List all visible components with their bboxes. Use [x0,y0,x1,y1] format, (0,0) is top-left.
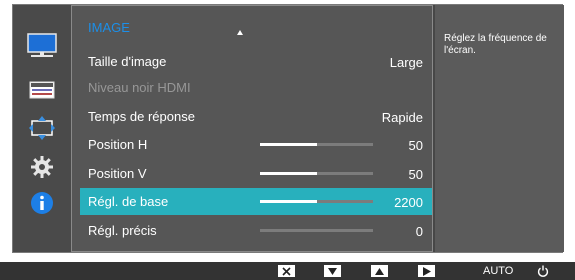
onscreen-display-icon [29,81,55,99]
menu-item-label: Niveau noir HDMI [88,80,191,95]
gear-icon [31,156,53,178]
slider-track[interactable] [260,229,373,232]
sidebar-item-size-position[interactable] [21,110,63,146]
menu-item-niveau-noir-hdmi: Niveau noir HDMI [80,74,432,101]
menu-item-value: 2200 [394,195,423,210]
menu-item-label: Temps de réponse [88,109,195,124]
power-icon[interactable] [537,265,549,277]
help-text: Réglez la fréquence de l'écran. [444,33,547,56]
button-guide-bar: AUTO [0,262,575,280]
menu-item-label: Position H [88,137,148,152]
down-button[interactable] [324,265,341,277]
scroll-up-icon [237,30,243,35]
slider-fill [260,143,317,146]
menu-title: IMAGE [88,20,130,35]
sidebar-item-onscreen-display[interactable] [21,72,63,108]
menu-item-label: Régl. précis [88,223,157,238]
down-arrow-icon [328,267,337,275]
menu-item-value: 50 [408,138,423,153]
help-panel: Réglez la fréquence de l'écran. [433,5,564,252]
menu-item-temps-reponse[interactable]: Temps de réponse Rapide [80,103,432,130]
menu-item-position-h[interactable]: Position H 50 [80,131,432,158]
menu-panel: IMAGE Taille d'image Large Niveau noir H… [71,5,433,252]
menu-item-label: Taille d'image [88,54,167,69]
size-position-icon [29,116,55,140]
menu-item-position-v[interactable]: Position V 50 [80,160,432,187]
enter-icon [422,266,431,276]
menu-item-value: 50 [408,167,423,182]
menu-item-value: 0 [415,224,423,239]
sidebar-item-system[interactable] [21,149,63,185]
menu-item-label: Régl. de base [88,194,169,209]
slider-track[interactable] [260,143,373,146]
menu-item-taille-image[interactable]: Taille d'image Large [80,48,432,75]
slider-fill [260,172,317,175]
slider-track[interactable] [260,172,373,175]
info-icon [31,192,53,214]
sidebar-item-picture[interactable] [21,28,63,64]
auto-button[interactable]: AUTO [483,265,513,277]
menu-item-value: Rapide [381,110,423,125]
sidebar-item-information[interactable] [21,185,63,221]
side-menu [13,5,71,252]
close-icon [282,266,291,276]
menu-item-regl-precis[interactable]: Régl. précis 0 [80,217,432,244]
menu-item-regl-de-base[interactable]: Régl. de base 2200 [80,188,432,215]
osd-window: IMAGE Taille d'image Large Niveau noir H… [12,4,564,253]
menu-item-label: Position V [88,166,147,181]
up-button[interactable] [371,265,388,277]
menu-item-value: Large [389,55,423,70]
slider-track[interactable] [260,200,373,203]
monitor-icon [27,33,57,57]
up-arrow-icon [375,267,384,275]
enter-button[interactable] [418,265,435,277]
slider-fill [260,200,317,203]
close-button[interactable] [278,265,295,277]
